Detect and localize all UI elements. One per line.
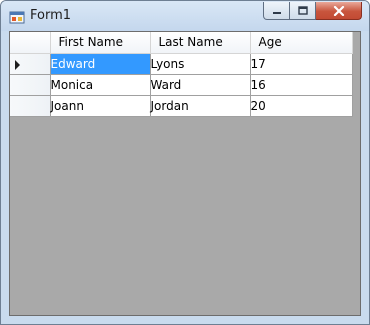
column-header-last-name[interactable]: Last Name <box>150 32 251 54</box>
maximize-icon <box>297 5 308 15</box>
minimize-button[interactable] <box>263 2 290 20</box>
cell-age[interactable]: 17 <box>250 53 353 75</box>
cell-last-name[interactable]: Jordan <box>150 95 251 117</box>
maximize-button[interactable] <box>290 2 316 20</box>
form-window: Form1 First Name Last Name Age Edward Ly… <box>0 0 370 325</box>
title-bar[interactable]: Form1 <box>1 1 369 31</box>
grid-corner-header[interactable] <box>10 32 51 54</box>
datagridview[interactable]: First Name Last Name Age Edward Lyons 17… <box>9 31 361 316</box>
column-header-row: First Name Last Name Age <box>10 32 353 54</box>
window-title: Form1 <box>30 8 72 23</box>
cell-first-name[interactable]: Edward <box>50 53 151 75</box>
minimize-icon <box>272 11 281 14</box>
cell-first-name[interactable]: Joann <box>50 95 151 117</box>
form-app-icon <box>9 11 25 24</box>
cell-age[interactable]: 20 <box>250 95 353 117</box>
close-icon <box>333 5 344 16</box>
table-row: Monica Ward 16 <box>10 74 353 96</box>
cell-last-name[interactable]: Ward <box>150 74 251 96</box>
data-grid-table: First Name Last Name Age Edward Lyons 17… <box>10 32 353 117</box>
row-header[interactable] <box>10 95 51 117</box>
row-pointer-icon <box>15 59 20 70</box>
column-header-first-name[interactable]: First Name <box>50 32 151 54</box>
table-row: Edward Lyons 17 <box>10 53 353 75</box>
cell-last-name[interactable]: Lyons <box>150 53 251 75</box>
row-header[interactable] <box>10 53 51 75</box>
row-header[interactable] <box>10 74 51 96</box>
table-row: Joann Jordan 20 <box>10 95 353 117</box>
close-button[interactable] <box>316 2 362 20</box>
cell-first-name[interactable]: Monica <box>50 74 151 96</box>
cell-age[interactable]: 16 <box>250 74 353 96</box>
column-header-age[interactable]: Age <box>250 32 353 54</box>
caption-buttons <box>263 2 362 21</box>
